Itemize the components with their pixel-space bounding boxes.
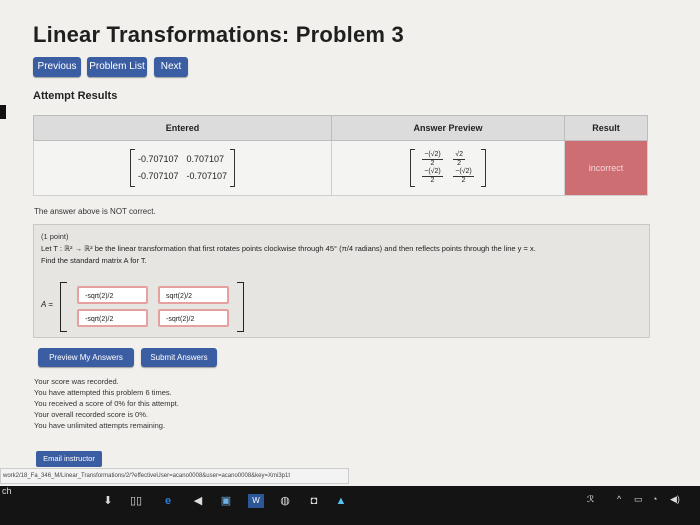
entered-row-2: -0.707107 -0.707107 <box>138 168 227 185</box>
entered-matrix: -0.707107 0.707107 -0.707107 -0.707107 <box>129 149 236 187</box>
chevron-up-icon[interactable]: ^ <box>617 494 621 504</box>
answer-input-a21[interactable]: -sqrt(2)/2 <box>77 309 148 327</box>
submit-answers-button[interactable]: Submit Answers <box>141 348 217 367</box>
people-icon[interactable]: ℛ <box>587 494 594 505</box>
status-line: You received a score of 0% for this atte… <box>34 399 179 408</box>
preview-answers-button[interactable]: Preview My Answers <box>38 348 134 367</box>
attempt-results-table: Entered Answer Preview Result -0.707107 … <box>33 115 648 196</box>
matrix-label: A = <box>41 300 53 309</box>
answer-preview-cell: −(√2) 2 √2 2 −(√2) 2 −(√2) 2 <box>331 140 565 196</box>
answer-input-a12[interactable]: sqrt(2)/2 <box>158 286 229 304</box>
microphone-icon[interactable]: ⬇ <box>100 494 116 508</box>
status-line: Your score was recorded. <box>34 377 119 386</box>
browser-page: Linear Transformations: Problem 3 Previo… <box>0 0 700 486</box>
photos-icon[interactable]: ▲ <box>333 494 349 508</box>
result-cell: incorrect <box>564 140 648 196</box>
wifi-icon[interactable]: ◔ <box>652 494 657 504</box>
entered-cell: -0.707107 0.707107 -0.707107 -0.707107 <box>33 140 332 196</box>
header-result: Result <box>564 115 648 141</box>
header-entered: Entered <box>33 115 332 141</box>
entered-r2c2: -0.707107 <box>186 171 228 181</box>
problem-box: (1 point) Let T : ℝ² → ℝ² be the linear … <box>33 224 650 338</box>
previous-button[interactable]: Previous <box>33 57 81 77</box>
app-icon[interactable]: ◘ <box>306 494 322 508</box>
page-title: Linear Transformations: Problem 3 <box>33 22 404 47</box>
preview-r2c2: −(√2) 2 <box>453 168 474 184</box>
task-view-icon[interactable]: ▯▯ <box>128 494 144 508</box>
preview-r1c2: √2 2 <box>453 151 465 167</box>
status-line: You have unlimited attempts remaining. <box>34 421 166 430</box>
problem-list-button[interactable]: Problem List <box>87 57 147 77</box>
problem-instruction: Find the standard matrix A for T. <box>41 256 147 265</box>
preview-row-1: −(√2) 2 √2 2 <box>418 151 478 168</box>
answer-input-a11[interactable]: -sqrt(2)/2 <box>77 286 148 304</box>
preview-matrix: −(√2) 2 √2 2 −(√2) 2 −(√2) 2 <box>410 149 486 187</box>
attempt-results-title: Attempt Results <box>33 90 118 102</box>
problem-statement: Let T : ℝ² → ℝ² be the linear transforma… <box>41 244 536 253</box>
feedback-message: The answer above is NOT correct. <box>34 207 156 216</box>
mail-icon[interactable]: ◀ <box>190 494 206 508</box>
preview-row-2: −(√2) 2 −(√2) 2 <box>418 168 478 185</box>
right-bracket <box>237 282 244 332</box>
taskbar: ch ⬇ ▯▯ e ◀ ▣ W ◍ ◘ ▲ ℛ ^ ▭ ◔ ◀) <box>0 486 700 525</box>
answer-input-a22[interactable]: -sqrt(2)/2 <box>158 309 229 327</box>
left-bracket <box>60 282 67 332</box>
status-line: You have attempted this problem 6 times. <box>34 388 172 397</box>
side-marker <box>0 105 6 119</box>
taskbar-search[interactable]: ch <box>0 486 22 506</box>
preview-r1c1: −(√2) 2 <box>422 151 443 167</box>
camera-icon[interactable]: ◍ <box>277 494 293 508</box>
entered-r1c1: -0.707107 <box>137 154 179 164</box>
next-button[interactable]: Next <box>154 57 188 77</box>
points-label: (1 point) <box>41 232 69 241</box>
header-answer-preview: Answer Preview <box>331 115 565 141</box>
entered-row-1: -0.707107 0.707107 <box>138 151 227 168</box>
word-icon[interactable]: W <box>248 494 264 508</box>
status-line: Your overall recorded score is 0%. <box>34 410 148 419</box>
edge-icon[interactable]: e <box>160 494 176 508</box>
score-status: Your score was recorded. You have attemp… <box>34 376 179 431</box>
entered-r2c1: -0.707107 <box>137 171 179 181</box>
email-instructor-button[interactable]: Email instructor <box>36 451 102 467</box>
battery-icon[interactable]: ▭ <box>634 494 643 505</box>
store-icon[interactable]: ▣ <box>218 494 234 508</box>
entered-r1c2: 0.707107 <box>186 154 225 164</box>
preview-r2c1: −(√2) 2 <box>422 168 443 184</box>
status-url: work2/18_Fa_346_M/Linear_Transformations… <box>0 468 349 484</box>
volume-icon[interactable]: ◀) <box>670 494 680 505</box>
